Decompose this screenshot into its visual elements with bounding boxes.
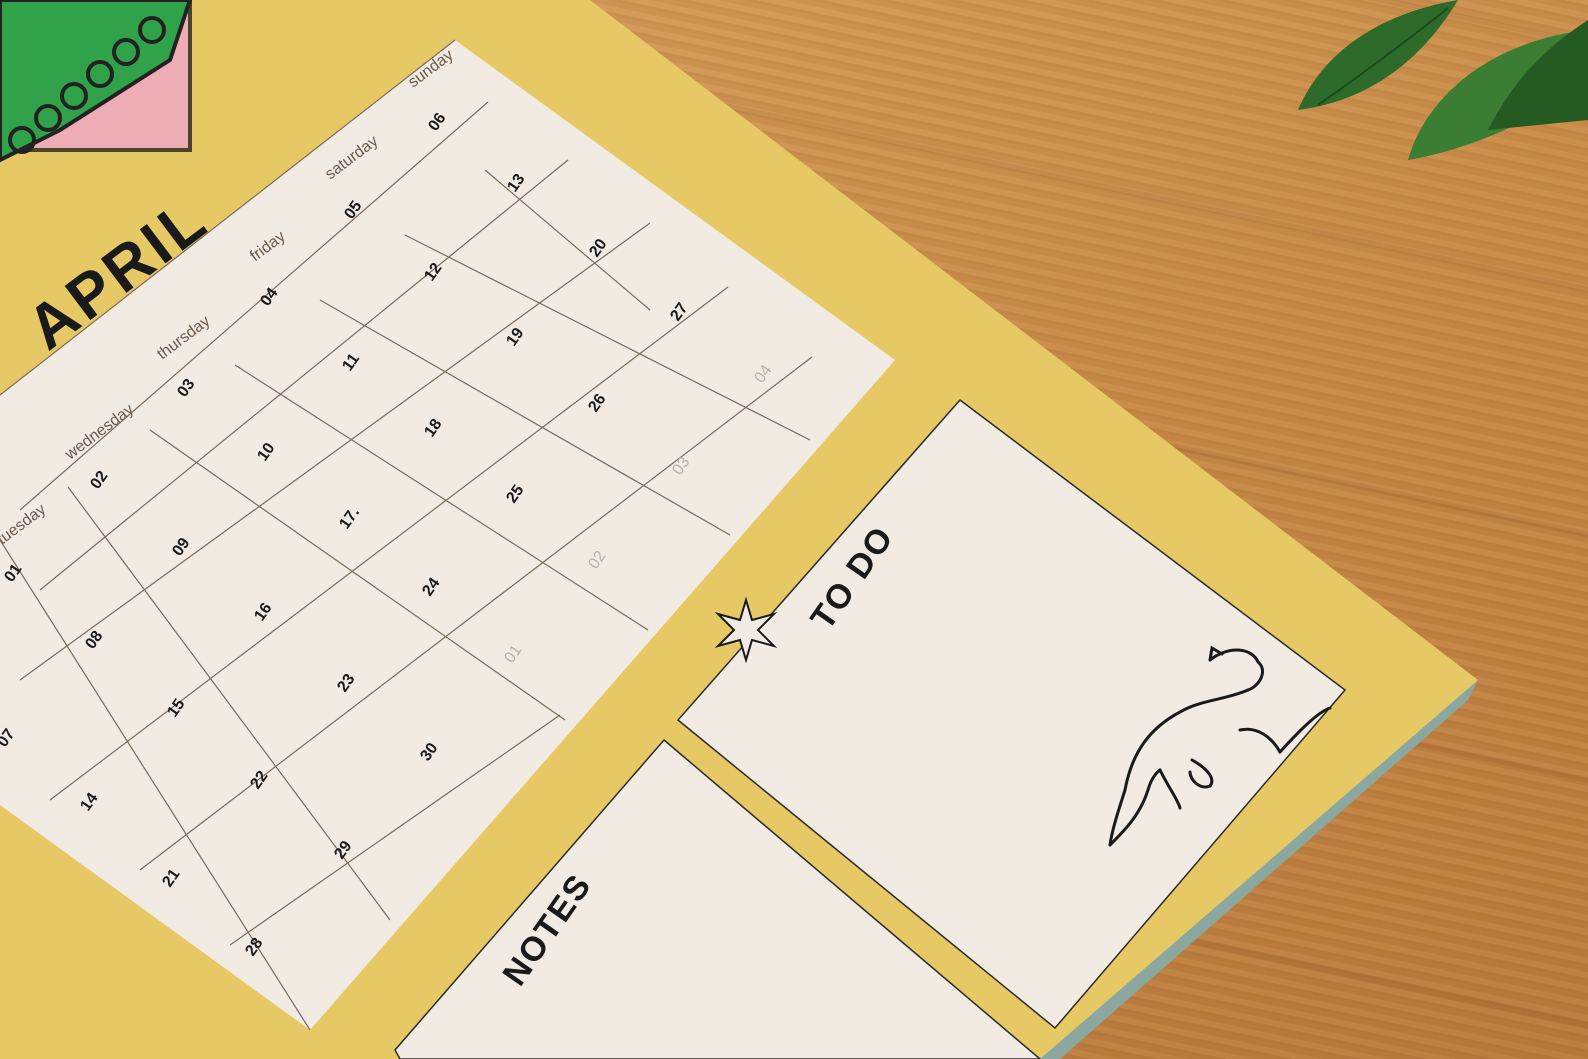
- photo-scene: tuesday wednesday thursday friday saturd…: [0, 0, 1588, 1059]
- calendar: tuesday wednesday thursday friday saturd…: [0, 0, 1478, 1059]
- spiral-binding: [0, 0, 193, 163]
